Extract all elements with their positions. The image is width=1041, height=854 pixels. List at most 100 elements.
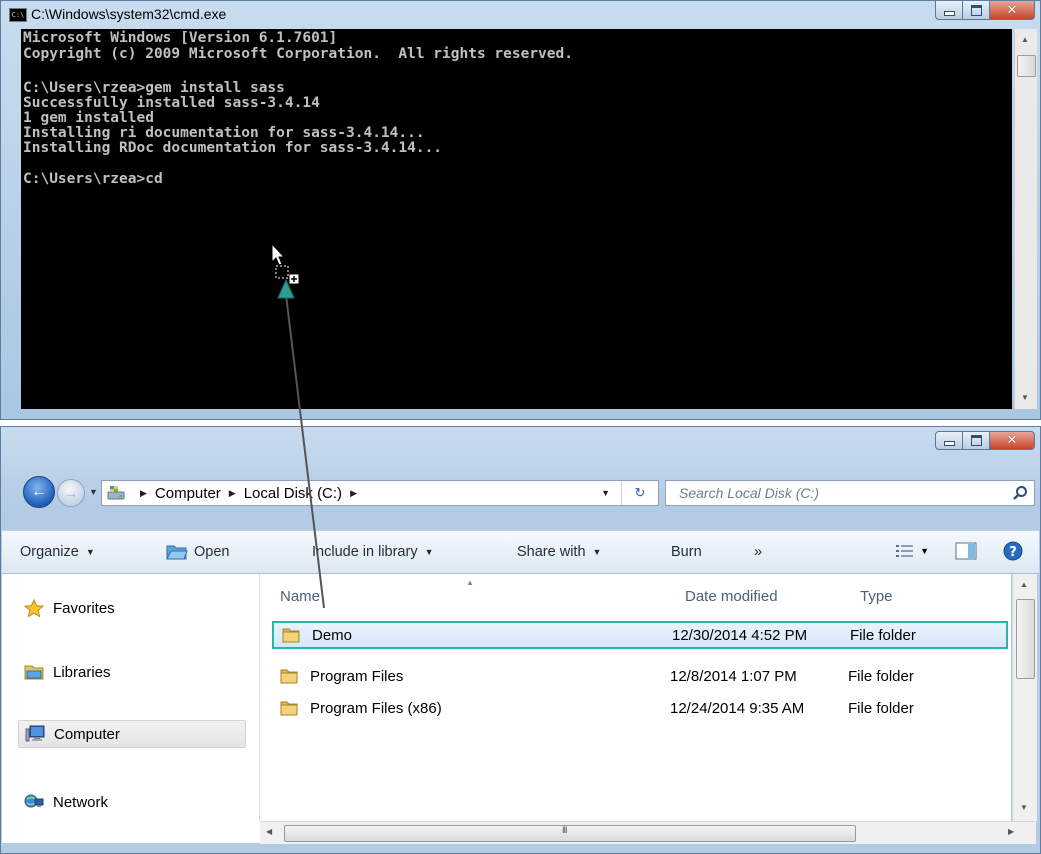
cmd-console[interactable]: Microsoft Windows [Version 6.1.7601] Cop… [21, 29, 1012, 409]
sort-ascending-icon: ▲ [466, 578, 474, 587]
cmd-minimize-button[interactable] [935, 1, 963, 20]
details-view-icon [896, 545, 914, 557]
file-name: Program Files (x86) [310, 699, 442, 717]
address-dropdown-icon[interactable]: ▼ [601, 488, 610, 498]
file-date: 12/24/2014 9:35 AM [670, 699, 805, 717]
explorer-window-controls: ✕ [935, 431, 1035, 451]
column-header-type[interactable]: Type [860, 588, 893, 605]
minimize-icon [943, 441, 955, 446]
share-label: Share with [517, 544, 586, 560]
forward-button[interactable]: → [57, 479, 85, 507]
explorer-minimize-button[interactable] [935, 431, 963, 450]
libraries-icon [24, 665, 44, 680]
console-line: Installing ri documentation for sass-3.4… [23, 125, 425, 141]
file-date: 12/30/2014 4:52 PM [672, 626, 808, 644]
refresh-button[interactable]: ↻ [621, 481, 658, 505]
breadcrumb-item-local-disk[interactable]: Local Disk (C:) [244, 485, 342, 502]
cmd-maximize-button[interactable] [963, 1, 990, 20]
organize-label: Organize [20, 544, 79, 560]
explorer-window[interactable]: ✕ ← → ▼ ▶ Computer ▶ Local Disk (C:) ▶ ▼… [0, 426, 1041, 854]
cmd-close-button[interactable]: ✕ [990, 1, 1035, 20]
scroll-down-arrow-icon[interactable]: ▼ [1021, 393, 1029, 402]
scroll-down-arrow-icon[interactable]: ▼ [1020, 803, 1028, 812]
column-header-type-label: Type [860, 588, 893, 605]
nav-label: Network [53, 793, 109, 811]
refresh-icon: ↻ [634, 485, 646, 500]
nav-item-network[interactable]: Network [18, 788, 246, 816]
scroll-left-arrow-icon[interactable]: ◀ [266, 827, 272, 836]
share-with-button[interactable]: Share with ▼ [517, 544, 601, 560]
back-arrow-icon: ← [31, 483, 47, 500]
forward-arrow-icon: → [64, 485, 78, 501]
nav-label: Favorites [53, 599, 115, 617]
column-header-name-label: Name [280, 588, 321, 605]
column-header-name[interactable]: Name [280, 588, 320, 605]
scroll-up-arrow-icon[interactable]: ▲ [1020, 580, 1028, 589]
search-input[interactable]: Search Local Disk (C:) [665, 480, 1035, 506]
maximize-icon [970, 4, 982, 16]
nav-item-libraries[interactable]: Libraries [18, 658, 246, 686]
include-label: Include in library [312, 544, 418, 560]
organize-button[interactable]: Organize ▼ [20, 544, 95, 560]
change-view-button[interactable]: ▼ [896, 544, 929, 558]
scroll-up-arrow-icon[interactable]: ▲ [1021, 35, 1029, 44]
include-in-library-button[interactable]: Include in library ▼ [312, 544, 434, 560]
scroll-right-arrow-icon[interactable]: ▶ [1008, 827, 1014, 836]
breadcrumb-chevron-icon[interactable]: ▶ [229, 488, 236, 499]
cmd-app-icon[interactable]: C:\ [9, 8, 27, 22]
file-row-demo[interactable]: Demo 12/30/2014 4:52 PM File folder [272, 621, 1008, 649]
scroll-thumb[interactable] [284, 825, 856, 842]
navigation-pane-footer [2, 821, 260, 843]
help-icon[interactable]: ? [1003, 541, 1023, 561]
address-bar[interactable]: ▶ Computer ▶ Local Disk (C:) ▶ ▼ ↻ [101, 480, 659, 506]
cmd-vertical-scrollbar[interactable]: ▲ ▼ [1014, 29, 1037, 409]
chevron-down-icon: ▼ [85, 547, 95, 557]
computer-icon [25, 725, 45, 742]
chevron-down-icon: ▼ [592, 547, 602, 557]
breadcrumb-chevron-icon[interactable]: ▶ [140, 488, 147, 499]
folder-icon [280, 701, 298, 716]
recent-pages-dropdown-icon[interactable]: ▼ [89, 487, 98, 497]
command-bar: Organize ▼ Open Include in library ▼ Share… [2, 530, 1039, 574]
column-header-date[interactable]: Date modified [685, 588, 778, 605]
chevron-down-icon: ▼ [424, 547, 434, 557]
console-line: 1 gem installed [23, 110, 154, 126]
nav-item-computer[interactable]: Computer [18, 720, 246, 748]
breadcrumb-item-computer[interactable]: Computer [155, 485, 221, 502]
explorer-close-button[interactable]: ✕ [990, 431, 1035, 450]
scroll-thumb[interactable] [1016, 599, 1035, 679]
file-row-program-files[interactable]: Program Files 12/8/2014 1:07 PM File fol… [272, 662, 1008, 690]
file-type: File folder [848, 667, 914, 685]
svg-text:?: ? [1009, 545, 1017, 560]
more-commands-button[interactable]: » [754, 544, 762, 560]
breadcrumb-chevron-icon[interactable]: ▶ [350, 488, 357, 499]
file-list-vertical-scrollbar[interactable]: ▲ ▼ [1012, 574, 1037, 821]
breadcrumb: ▶ Computer ▶ Local Disk (C:) ▶ [132, 485, 365, 502]
file-date: 12/8/2014 1:07 PM [670, 667, 797, 685]
file-type: File folder [848, 699, 914, 717]
close-icon: ✕ [1006, 433, 1018, 448]
search-icon[interactable] [1012, 485, 1028, 501]
preview-pane-icon[interactable] [955, 542, 977, 560]
cmd-window-controls: ✕ [935, 1, 1035, 21]
open-button[interactable]: Open [166, 544, 229, 560]
file-row-program-files-x86[interactable]: Program Files (x86) 12/24/2014 9:35 AM F… [272, 694, 1008, 722]
file-name: Demo [312, 626, 353, 644]
console-line: C:\Users\rzea>gem install sass [23, 80, 285, 96]
file-type: File folder [850, 626, 916, 644]
more-commands-label: » [754, 544, 763, 560]
burn-button[interactable]: Burn [671, 544, 702, 560]
console-prompt[interactable]: C:\Users\rzea>cd [23, 172, 163, 187]
open-label: Open [194, 544, 230, 560]
nav-item-favorites[interactable]: Favorites [18, 594, 246, 622]
file-name: Program Files [310, 667, 404, 685]
scroll-thumb[interactable] [1017, 55, 1036, 77]
cmd-titlebar[interactable]: C:\ C:\Windows\system32\cmd.exe ✕ [1, 1, 1040, 29]
file-list-horizontal-scrollbar[interactable]: ◀ III ▶ [260, 821, 1036, 844]
view-controls: ▼ ? [896, 541, 1023, 561]
back-button[interactable]: ← [23, 476, 55, 508]
cmd-window[interactable]: C:\ C:\Windows\system32\cmd.exe ✕ Micros… [0, 0, 1041, 420]
explorer-maximize-button[interactable] [963, 431, 990, 450]
chevron-down-icon: ▼ [920, 546, 929, 556]
burn-label: Burn [671, 544, 702, 560]
